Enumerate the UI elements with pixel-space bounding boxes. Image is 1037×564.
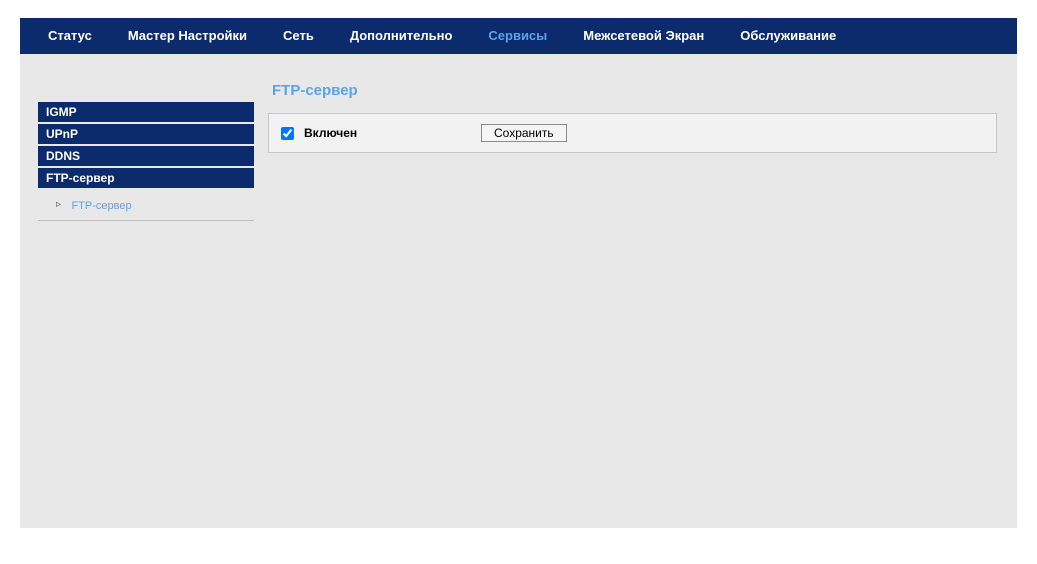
enable-checkbox[interactable] bbox=[281, 127, 294, 140]
bullet-icon: ▹ bbox=[56, 199, 61, 210]
sidebar-item-ddns[interactable]: DDNS bbox=[38, 146, 254, 166]
sidebar-link-ftp-server[interactable]: FTP-сервер bbox=[71, 200, 131, 212]
top-nav: Статус Мастер Настройки Сеть Дополнитель… bbox=[20, 18, 1017, 54]
sidebar-subitem-ftp-server: ▹ FTP-сервер bbox=[38, 190, 254, 221]
nav-services[interactable]: Сервисы bbox=[470, 18, 565, 54]
sidebar-item-ftp-server[interactable]: FTP-сервер bbox=[38, 168, 254, 188]
sidebar-item-igmp[interactable]: IGMP bbox=[38, 102, 254, 122]
nav-firewall[interactable]: Межсетевой Экран bbox=[565, 18, 722, 54]
app-frame: Статус Мастер Настройки Сеть Дополнитель… bbox=[20, 18, 1017, 528]
sidebar-item-upnp[interactable]: UPnP bbox=[38, 124, 254, 144]
nav-setup-wizard[interactable]: Мастер Настройки bbox=[110, 18, 265, 54]
content-area: FTP-сервер Включен Сохранить bbox=[258, 54, 1017, 528]
enable-label: Включен bbox=[304, 126, 357, 140]
settings-panel: Включен Сохранить bbox=[268, 113, 997, 153]
sidebar: IGMP UPnP DDNS FTP-сервер ▹ FTP-сервер bbox=[20, 54, 258, 528]
save-button[interactable]: Сохранить bbox=[481, 124, 567, 142]
nav-advanced[interactable]: Дополнительно bbox=[332, 18, 471, 54]
nav-status[interactable]: Статус bbox=[30, 18, 110, 54]
page-title: FTP-сервер bbox=[268, 72, 997, 113]
nav-network[interactable]: Сеть bbox=[265, 18, 332, 54]
nav-maintenance[interactable]: Обслуживание bbox=[722, 18, 854, 54]
